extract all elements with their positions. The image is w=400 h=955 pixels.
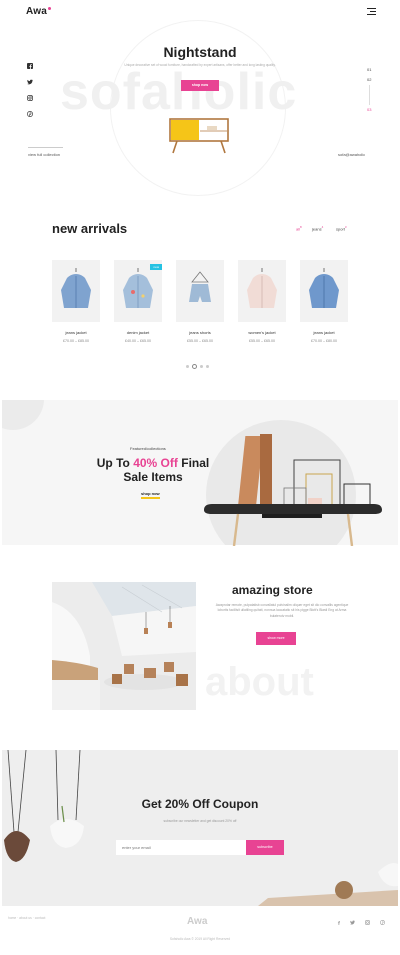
carousel-dot[interactable] [206,365,209,368]
product-card[interactable]: jeans shorts £55.00 – £65.00 [176,260,224,343]
slide-divider [369,85,370,105]
product-name[interactable]: jeans jacket [52,330,100,335]
product-image[interactable] [300,260,348,322]
page: Awa sofaholic Nightstand Unique decorati… [0,0,400,955]
hero-subtitle: Unique decorative set of wood furniture,… [124,63,276,67]
carousel-dot[interactable] [200,365,203,368]
product-name[interactable]: jeans jacket [300,330,348,335]
about-text: Awaprotar remote, pulpatatisb convallatu… [215,603,349,618]
product-price: £70.00 – £85.00 [63,339,89,343]
coupon-title: Get 20% Off Coupon [141,797,259,811]
category-filter-all[interactable]: all8 [296,225,302,231]
sale-shop-link[interactable]: shop now [141,491,160,499]
show-more-button[interactable]: show more [256,632,296,645]
twitter-icon[interactable] [350,920,355,925]
product-card[interactable]: jeans jacket £70.00 – £85.00 [52,260,100,343]
contact-email[interactable]: sofa@awaholic [338,152,365,157]
product-image[interactable] [52,260,100,322]
footer-links[interactable]: home · about us · contact [8,916,45,920]
pinterest-icon[interactable] [380,920,385,925]
coupon-section [2,750,398,906]
slide-counter-1[interactable]: 01 [367,67,371,72]
site-logo[interactable]: Awa [26,6,51,17]
facebook-icon[interactable] [27,63,33,69]
facebook-icon[interactable] [336,920,341,925]
sale-title: Up To 40% Off Final Sale Items [96,456,210,484]
hero-title: Nightstand [163,44,237,60]
store-interior-image [52,582,196,710]
new-badge: new [150,264,162,270]
slide-counter-3[interactable]: 03 [367,107,371,112]
instagram-icon[interactable] [27,95,33,101]
new-arrivals-title: new arrivals [52,221,128,236]
product-name[interactable]: jeans shorts [176,330,224,335]
product-price: £55.00 – £65.00 [187,339,213,343]
product-price: £70.00 – £80.00 [311,339,337,343]
email-field[interactable] [116,840,246,855]
hanging-planters-image [4,750,84,862]
product-name[interactable]: women's jacket [238,330,286,335]
product-image[interactable] [176,260,224,322]
product-card[interactable]: jeans jacket £70.00 – £80.00 [300,260,348,343]
carousel-dots [186,364,209,369]
nightstand-image [169,118,229,154]
pinterest-icon[interactable] [27,111,33,117]
sale-tag: Featured/collections [130,446,166,451]
product-image[interactable] [238,260,286,322]
product-price: £55.00 – £65.00 [249,339,275,343]
about-title: amazing store [232,583,313,597]
twitter-icon[interactable] [27,79,33,85]
product-card[interactable]: new denim jacket £40.00 – £65.00 [114,260,162,343]
desk-image [204,434,382,546]
subscribe-button[interactable]: subscribe [246,840,284,855]
coupon-subtitle: subscribe our newsletter and get discoun… [163,819,237,823]
instagram-icon[interactable] [365,920,370,925]
product-image[interactable]: new [114,260,162,322]
about-watermark: about [205,660,314,704]
carousel-dot[interactable] [186,365,189,368]
slide-counter-2[interactable]: 02 [367,77,371,82]
view-collection-link[interactable]: view full collection [28,147,64,157]
hero-watermark: sofaholic [60,63,298,121]
hamburger-icon[interactable] [367,8,376,15]
table-decor-image [258,863,398,906]
product-name[interactable]: denim jacket [114,330,162,335]
footer-logo[interactable]: Awa [187,916,207,927]
footer-copyright: Sofaholic Awa © 2019 All Right Reserved [169,937,231,941]
category-filter-jeans[interactable]: jeans4 [312,225,323,231]
product-card[interactable]: women's jacket £55.00 – £65.00 [238,260,286,343]
hero-shop-button[interactable]: shop now [181,80,219,91]
product-price: £40.00 – £65.00 [125,339,151,343]
carousel-dot-active[interactable] [192,364,197,369]
category-filter-sport[interactable]: sport3 [336,225,347,231]
